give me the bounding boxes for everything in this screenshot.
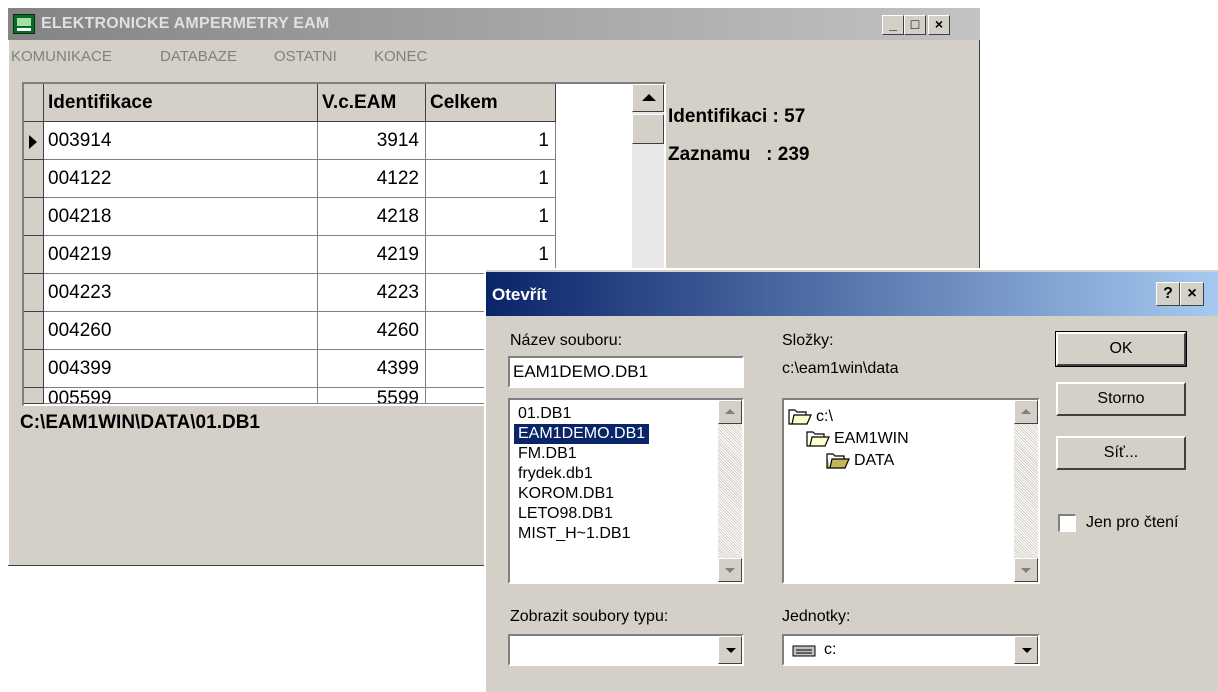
grid-cell-celkem[interactable]: 1 xyxy=(426,160,556,198)
main-title-bar[interactable]: ELEKTRONICKE AMPERMETRY EAM _ □ × xyxy=(8,8,980,40)
row-indicator[interactable] xyxy=(24,122,44,160)
open-folder-icon xyxy=(806,431,830,447)
grid-cell-identifikace[interactable]: 004399 xyxy=(44,350,318,388)
close-button[interactable]: × xyxy=(928,15,950,35)
menu-ostatni[interactable]: OSTATNI xyxy=(274,48,337,65)
grid-cell-identifikace[interactable]: 003914 xyxy=(44,122,318,160)
file-item-selected[interactable]: EAM1DEMO.DB1 xyxy=(514,424,650,444)
row-indicator[interactable] xyxy=(24,350,44,388)
readonly-label: Jen pro čtení xyxy=(1086,514,1179,531)
column-header-vc-eam[interactable]: V.c.EAM xyxy=(318,84,426,122)
row-indicator[interactable] xyxy=(24,312,44,350)
zaznamu-count: Zaznamu : 239 xyxy=(668,144,810,165)
file-item[interactable]: MIST_H~1.DB1 xyxy=(514,524,634,544)
grid-cell-celkem[interactable]: 1 xyxy=(426,122,556,160)
dialog-title-bar[interactable]: Otevřít ? × xyxy=(486,272,1218,316)
grid-cell-vc-eam[interactable]: 4219 xyxy=(318,236,426,274)
database-path: C:\EAM1WIN\DATA\01.DB1 xyxy=(20,412,260,433)
drives-label: Jednotky: xyxy=(782,608,851,625)
row-indicator[interactable] xyxy=(24,198,44,236)
readonly-checkbox[interactable] xyxy=(1058,514,1076,532)
scroll-up-button[interactable] xyxy=(632,84,664,112)
grid-cell-vc-eam[interactable]: 4122 xyxy=(318,160,426,198)
folder-tree[interactable]: c:\ EAM1WIN DATA xyxy=(782,398,1040,584)
filetype-select[interactable] xyxy=(508,634,744,666)
file-item[interactable]: FM.DB1 xyxy=(514,444,581,464)
menu-bar: KOMUNIKACE DATABAZE OSTATNI KONEC xyxy=(8,46,980,70)
arrow-down-icon xyxy=(725,568,735,573)
drive-dropdown-button[interactable] xyxy=(1014,636,1038,664)
grid-cell-identifikace[interactable]: 004223 xyxy=(44,274,318,312)
grid-cell-vc-eam[interactable]: 4223 xyxy=(318,274,426,312)
column-header-celkem[interactable]: Celkem xyxy=(426,84,556,122)
network-button[interactable]: Síť... xyxy=(1056,436,1186,470)
filetype-dropdown-button[interactable] xyxy=(718,636,742,664)
current-folder-path: c:\eam1win\data xyxy=(782,360,899,377)
current-row-pointer-icon xyxy=(29,135,37,149)
scroll-up-button[interactable] xyxy=(718,400,742,424)
menu-konec[interactable]: KONEC xyxy=(374,48,427,65)
folder-name: c:\ xyxy=(816,408,833,425)
filename-label: Název souboru: xyxy=(510,332,623,349)
grid-cell-vc-eam[interactable]: 4399 xyxy=(318,350,426,388)
row-indicator[interactable] xyxy=(24,160,44,198)
grid-cell-identifikace[interactable]: 004260 xyxy=(44,312,318,350)
window-title: ELEKTRONICKE AMPERMETRY EAM xyxy=(41,15,330,32)
file-item[interactable]: frydek.db1 xyxy=(514,464,597,484)
folder-name: EAM1WIN xyxy=(834,430,909,447)
menu-databaze[interactable]: DATABAZE xyxy=(160,48,237,65)
hard-drive-icon xyxy=(792,645,816,657)
chevron-down-icon xyxy=(1022,648,1032,653)
arrow-up-icon xyxy=(642,94,656,101)
open-folder-icon xyxy=(826,453,850,469)
help-button[interactable]: ? xyxy=(1156,282,1180,306)
arrow-up-icon xyxy=(725,409,735,414)
drive-select[interactable]: c: xyxy=(782,634,1040,666)
file-item[interactable]: 01.DB1 xyxy=(514,404,575,424)
dialog-title: Otevřít xyxy=(492,285,547,304)
grid-cell-vc-eam[interactable]: 4218 xyxy=(318,198,426,236)
grid-cell-identifikace[interactable]: 005599 xyxy=(44,388,318,404)
scroll-up-button[interactable] xyxy=(1014,400,1038,424)
chevron-down-icon xyxy=(726,648,736,653)
dialog-close-button[interactable]: × xyxy=(1180,282,1204,306)
grid-cell-identifikace[interactable]: 004219 xyxy=(44,236,318,274)
grid-cell-vc-eam[interactable]: 4260 xyxy=(318,312,426,350)
row-indicator[interactable] xyxy=(24,274,44,312)
arrow-up-icon xyxy=(1021,409,1031,414)
open-folder-icon xyxy=(788,409,812,425)
drive-value: c: xyxy=(824,641,837,658)
grid-cell-celkem[interactable]: 1 xyxy=(426,198,556,236)
scroll-thumb[interactable] xyxy=(632,114,664,144)
cancel-button[interactable]: Storno xyxy=(1056,382,1186,416)
grid-corner xyxy=(24,84,44,122)
file-item[interactable]: KOROM.DB1 xyxy=(514,484,618,504)
folder-name: DATA xyxy=(854,452,895,469)
grid-cell-identifikace[interactable]: 004218 xyxy=(44,198,318,236)
grid-cell-identifikace[interactable]: 004122 xyxy=(44,160,318,198)
arrow-down-icon xyxy=(1021,568,1031,573)
app-icon[interactable] xyxy=(13,14,35,34)
grid-cell-vc-eam[interactable]: 5599 xyxy=(318,388,426,404)
row-indicator[interactable] xyxy=(24,388,44,404)
ok-button[interactable]: OK xyxy=(1055,331,1187,367)
filetype-label: Zobrazit soubory typu: xyxy=(510,608,669,625)
menu-komunikace[interactable]: KOMUNIKACE xyxy=(11,48,112,65)
open-file-dialog: Otevřít ? × Název souboru: EAM1DEMO.DB1 … xyxy=(484,268,1218,692)
grid-cell-vc-eam[interactable]: 3914 xyxy=(318,122,426,160)
file-list-scrollbar[interactable] xyxy=(718,400,742,582)
folder-tree-scrollbar[interactable] xyxy=(1014,400,1038,582)
column-header-identifikace[interactable]: Identifikace xyxy=(44,84,318,122)
file-item[interactable]: LETO98.DB1 xyxy=(514,504,617,524)
file-list[interactable]: 01.DB1 EAM1DEMO.DB1 FM.DB1 frydek.db1 KO… xyxy=(508,398,744,584)
maximize-button[interactable]: □ xyxy=(904,15,926,35)
scroll-down-button[interactable] xyxy=(1014,558,1038,582)
row-indicator[interactable] xyxy=(24,236,44,274)
filename-input[interactable]: EAM1DEMO.DB1 xyxy=(508,356,744,388)
minimize-button[interactable]: _ xyxy=(882,15,904,35)
identifikaci-count: Identifikaci : 57 xyxy=(668,106,806,127)
folders-label: Složky: xyxy=(782,332,834,349)
scroll-down-button[interactable] xyxy=(718,558,742,582)
